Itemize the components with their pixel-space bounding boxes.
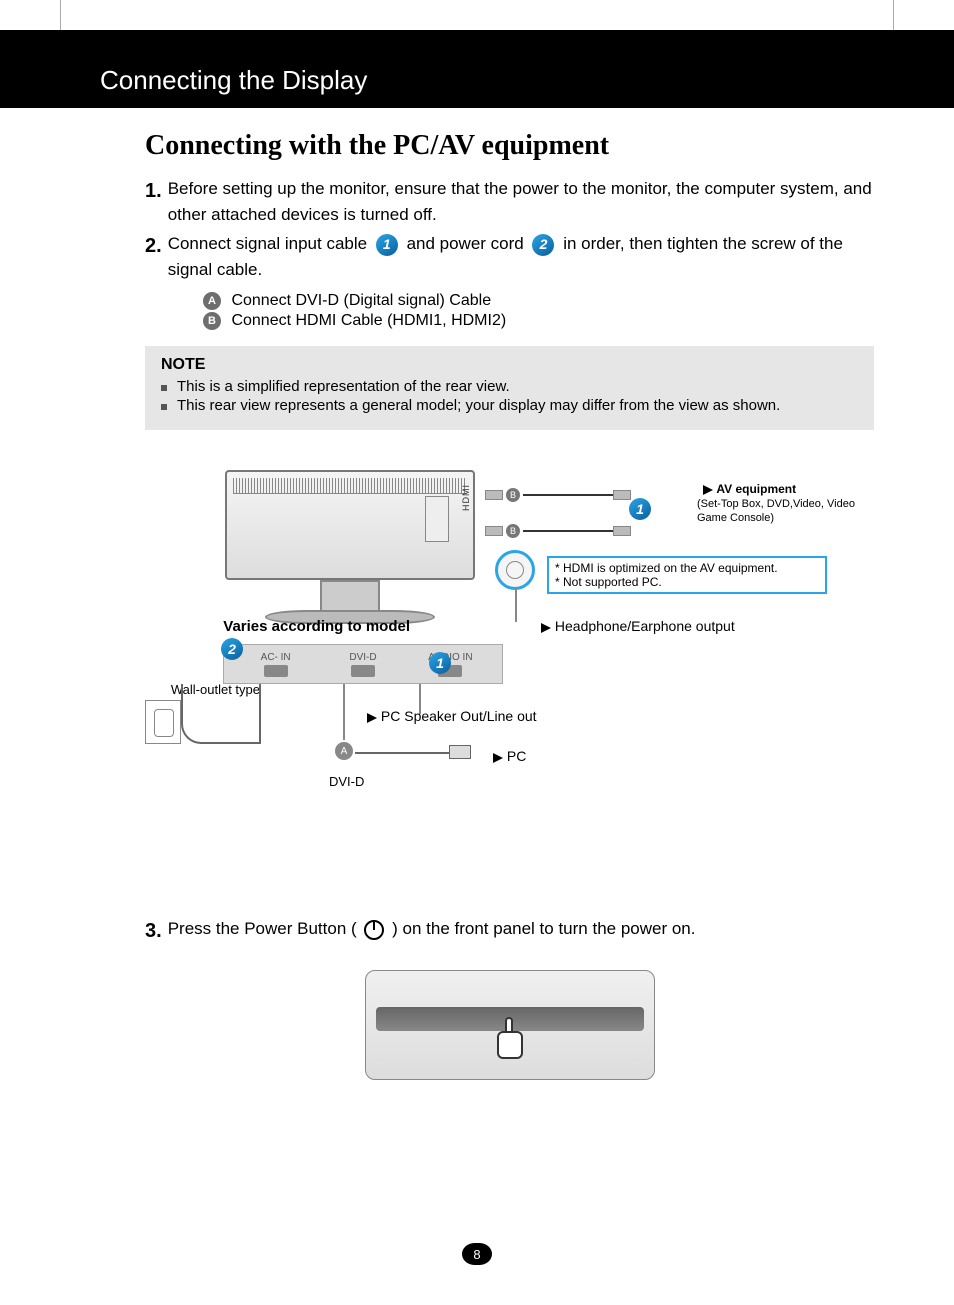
sub-b-text: Connect HDMI Cable (HDMI1, HDMI2) bbox=[231, 312, 506, 329]
hdmi-cable-bottom: B bbox=[485, 526, 631, 536]
hdmi-note-2: * Not supported PC. bbox=[555, 575, 819, 589]
marker-1-icon: 1 bbox=[629, 498, 651, 520]
header-title: Connecting the Display bbox=[100, 65, 367, 96]
marker-b-small-icon: B bbox=[506, 488, 520, 502]
sub-a-row: A Connect DVI-D (Digital signal) Cable bbox=[203, 292, 874, 310]
bullet-icon bbox=[161, 385, 167, 391]
arrow-right-icon bbox=[703, 485, 713, 495]
av-equipment-label: AV equipment (Set-Top Box, DVD,Video, Vi… bbox=[697, 482, 874, 524]
note-item-2: This rear view represents a general mode… bbox=[177, 397, 780, 414]
inline-marker-2-icon: 2 bbox=[532, 234, 554, 256]
marker-b-icon: B bbox=[203, 312, 221, 330]
inline-marker-1-icon: 1 bbox=[376, 234, 398, 256]
step-1-number: 1. bbox=[145, 176, 162, 227]
marker-a-small-icon: A bbox=[335, 742, 353, 760]
step-2-mid: and power cord bbox=[407, 234, 529, 253]
dvi-d-label: DVI-D bbox=[329, 774, 364, 789]
note-box: NOTE This is a simplified representation… bbox=[145, 346, 874, 430]
hdmi-label: HDMI bbox=[461, 484, 471, 511]
arrow-right-icon bbox=[541, 623, 551, 633]
note-title: NOTE bbox=[161, 356, 858, 374]
page-number: 8 bbox=[462, 1243, 492, 1265]
step-3-post: ) on the front panel to turn the power o… bbox=[392, 919, 695, 938]
step-2: 2. Connect signal input cable 1 and powe… bbox=[145, 231, 874, 282]
power-icon bbox=[364, 920, 384, 940]
port-strip: AC- IN DVI-D AUDIO IN bbox=[223, 644, 503, 684]
port-dvi-label: DVI-D bbox=[349, 652, 376, 663]
speaker-out-label: PC Speaker Out/Line out bbox=[361, 708, 537, 724]
hdmi-cable-top: B bbox=[485, 490, 631, 500]
headphone-output-label: Headphone/Earphone output bbox=[535, 618, 735, 634]
section-title: Connecting with the PC/AV equipment bbox=[145, 130, 874, 162]
varies-label: Varies according to model bbox=[145, 618, 410, 635]
marker-a-icon: A bbox=[203, 292, 221, 310]
arrow-right-icon bbox=[367, 713, 377, 723]
marker-b-small-icon: B bbox=[506, 524, 520, 538]
av-title: AV equipment bbox=[716, 482, 796, 496]
hdmi-note-box: * HDMI is optimized on the AV equipment.… bbox=[547, 556, 827, 594]
hdmi-port bbox=[425, 496, 449, 542]
hand-pointing-icon bbox=[493, 1017, 527, 1059]
wall-outlet bbox=[145, 700, 181, 744]
front-panel-illustration: LIGHT bbox=[365, 970, 655, 1080]
header-bar: Connecting the Display bbox=[0, 30, 954, 108]
step-1-text: Before setting up the monitor, ensure th… bbox=[168, 176, 874, 227]
step-3-number: 3. bbox=[145, 916, 162, 946]
headphone-jack bbox=[495, 550, 535, 590]
step-3: 3. Press the Power Button ( ) on the fro… bbox=[145, 916, 874, 946]
sub-a-text: Connect DVI-D (Digital signal) Cable bbox=[231, 292, 491, 309]
bullet-icon bbox=[161, 404, 167, 410]
sub-b-row: B Connect HDMI Cable (HDMI1, HDMI2) bbox=[203, 312, 874, 330]
arrow-right-icon bbox=[493, 753, 503, 763]
step-3-pre: Press the Power Button ( bbox=[168, 919, 362, 938]
pc-label: PC bbox=[487, 748, 526, 764]
step-2-number: 2. bbox=[145, 231, 162, 282]
step-2-pre: Connect signal input cable bbox=[168, 234, 372, 253]
av-sub: (Set-Top Box, DVD,Video, Video Game Cons… bbox=[697, 498, 855, 524]
rear-view-diagram: HDMI B B 1 AV equipment (Set-Top Box, DV… bbox=[145, 460, 874, 830]
note-item-1: This is a simplified representation of t… bbox=[177, 378, 510, 395]
port-ac-label: AC- IN bbox=[261, 652, 291, 663]
hdmi-note-1: * HDMI is optimized on the AV equipment. bbox=[555, 561, 819, 575]
step-1: 1. Before setting up the monitor, ensure… bbox=[145, 176, 874, 227]
